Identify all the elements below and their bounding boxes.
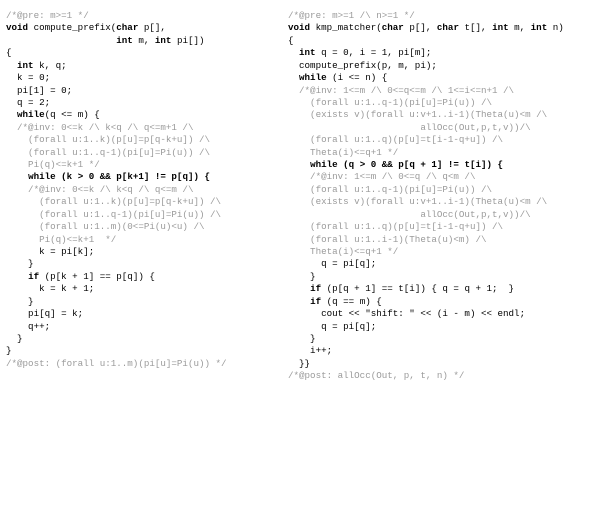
cond: (p[q + 1] == t[i]) { q = q + 1; } — [321, 283, 514, 294]
indent — [288, 47, 299, 58]
brace: } — [6, 258, 34, 269]
pre-comment: /*@pre: m>=1 /\ n>=1 */ — [288, 10, 415, 21]
cond: (k > 0 && p[k+1] != p[q]) { — [56, 171, 210, 182]
brace: } — [288, 271, 316, 282]
right-code-listing: /*@pre: m>=1 /\ n>=1 */ void kmp_matcher… — [288, 10, 600, 383]
inv-comment: /*@inv: 0<=k /\ k<q /\ q<=m+1 /\ — [6, 122, 193, 133]
stmt: q = pi[q]; — [288, 258, 376, 269]
stmt: k = pi[k]; — [6, 246, 94, 257]
stmt: compute_prefix(p, m, pi); — [288, 60, 437, 71]
indent — [6, 171, 28, 182]
kw-int: int — [116, 35, 133, 46]
stmt: k = k + 1; — [6, 283, 94, 294]
param: n) — [547, 22, 564, 33]
inv-comment: allOcc(Out,p,t,v))/\ — [288, 122, 531, 133]
code-columns: /*@pre: m>=1 */ void compute_prefix(char… — [6, 10, 600, 383]
brace: }} — [288, 358, 310, 369]
inv-comment: Theta(i)<=q+1 */ — [288, 147, 398, 158]
param: p[], — [138, 22, 166, 33]
kw-while: while — [299, 72, 327, 83]
kw-char: char — [116, 22, 138, 33]
kw-int: int — [155, 35, 172, 46]
cond: (i <= n) { — [327, 72, 388, 83]
kw-if: if — [28, 271, 39, 282]
kw-int: int — [492, 22, 509, 33]
decl: k, q; — [34, 60, 67, 71]
post-comment: /*@post: (forall u:1..m)(pi[u]=Pi(u)) */ — [6, 358, 227, 369]
kw-void: void — [6, 22, 28, 33]
kw-void: void — [288, 22, 310, 33]
cond: (p[k + 1] == p[q]) { — [39, 271, 155, 282]
kw-int: int — [299, 47, 316, 58]
inv-comment: (forall u:1..q-1)(pi[u]=Pi(u)) /\ — [6, 209, 221, 220]
inv-comment: (exists v)(forall u:v+1..i-1)(Theta(u)<m… — [288, 196, 547, 207]
indent — [288, 296, 310, 307]
param: m, — [509, 22, 531, 33]
kw-char: char — [437, 22, 459, 33]
brace: } — [6, 333, 23, 344]
inv-comment: (forall u:1..k)(p[u]=p[q-k+u]) /\ — [6, 196, 221, 207]
inv-comment: (forall u:1..q)(p[u]=t[i-1-q+u]) /\ — [288, 221, 503, 232]
fn-name: kmp_matcher( — [310, 22, 382, 33]
cond: (q > 0 && p[q + 1] != t[i]) { — [338, 159, 503, 170]
post-comment: /*@post: allOcc(Out, p, t, n) */ — [288, 370, 464, 381]
inv-comment: (forall u:1..q-1)(pi[u]=Pi(u)) /\ — [288, 184, 492, 195]
stmt: q = 2; — [6, 97, 50, 108]
kw-while: while — [310, 159, 338, 170]
inv-comment: (forall u:1..q-1)(pi[u]=Pi(u)) /\ — [288, 97, 492, 108]
stmt: i++; — [288, 345, 332, 356]
brace: } — [6, 345, 12, 356]
kw-while: while — [17, 109, 45, 120]
cond: (q == m) { — [321, 296, 382, 307]
inv-comment: (forall u:1..q-1)(pi[u]=Pi(u)) /\ — [6, 147, 210, 158]
stmt: pi[q] = k; — [6, 308, 83, 319]
inv-comment: (forall u:1..k)(p[u]=p[q-k+u]) /\ — [6, 134, 210, 145]
stmt: q++; — [6, 321, 50, 332]
kw-if: if — [310, 296, 321, 307]
param: p[], — [404, 22, 437, 33]
fn-name: compute_prefix( — [28, 22, 116, 33]
kw-int: int — [17, 60, 34, 71]
pre-comment: /*@pre: m>=1 */ — [6, 10, 89, 21]
indent — [6, 109, 17, 120]
stmt: cout << "shift: " << (i - m) << endl; — [288, 308, 525, 319]
inv-comment: /*@inv: 1<=m /\ 0<=q<=m /\ 1<=i<=n+1 /\ — [288, 85, 514, 96]
inv-comment: (forall u:1..m)(0<=Pi(u)<u) /\ — [6, 221, 204, 232]
left-code-listing: /*@pre: m>=1 */ void compute_prefix(char… — [6, 10, 276, 383]
inv-comment: /*@inv: 1<=m /\ 0<=q /\ q<m /\ — [288, 171, 475, 182]
indent — [6, 271, 28, 282]
indent — [288, 283, 310, 294]
decl: q = 0, i = 1, pi[m]; — [316, 47, 432, 58]
kw-int: int — [531, 22, 548, 33]
inv-comment: allOcc(Out,p,t,v))/\ — [288, 209, 531, 220]
kw-char: char — [382, 22, 404, 33]
inv-comment: Theta(i)<=q+1 */ — [288, 246, 398, 257]
indent — [6, 35, 116, 46]
inv-comment: Pi(q)<=k+1 */ — [6, 234, 116, 245]
brace: } — [288, 333, 316, 344]
stmt: q = pi[q]; — [288, 321, 376, 332]
kw-if: if — [310, 283, 321, 294]
inv-comment: Pi(q)<=k+1 */ — [6, 159, 100, 170]
kw-while: while — [28, 171, 56, 182]
param: pi[]) — [171, 35, 204, 46]
indent — [288, 159, 310, 170]
inv-comment: (exists v)(forall u:v+1..i-1)(Theta(u)<m… — [288, 109, 547, 120]
inv-comment: (forall u:1..q)(p[u]=t[i-1-q+u]) /\ — [288, 134, 503, 145]
inv-comment: /*@inv: 0<=k /\ k<q /\ q<=m /\ — [6, 184, 193, 195]
brace: } — [6, 296, 34, 307]
indent — [6, 60, 17, 71]
indent — [288, 72, 299, 83]
param: m, — [133, 35, 155, 46]
brace: { — [288, 35, 294, 46]
stmt: k = 0; — [6, 72, 50, 83]
inv-comment: (forall u:1..i-1)(Theta(u)<m) /\ — [288, 234, 486, 245]
brace: { — [6, 47, 12, 58]
param: t[], — [459, 22, 492, 33]
cond: (q <= m) { — [45, 109, 100, 120]
stmt: pi[1] = 0; — [6, 85, 72, 96]
